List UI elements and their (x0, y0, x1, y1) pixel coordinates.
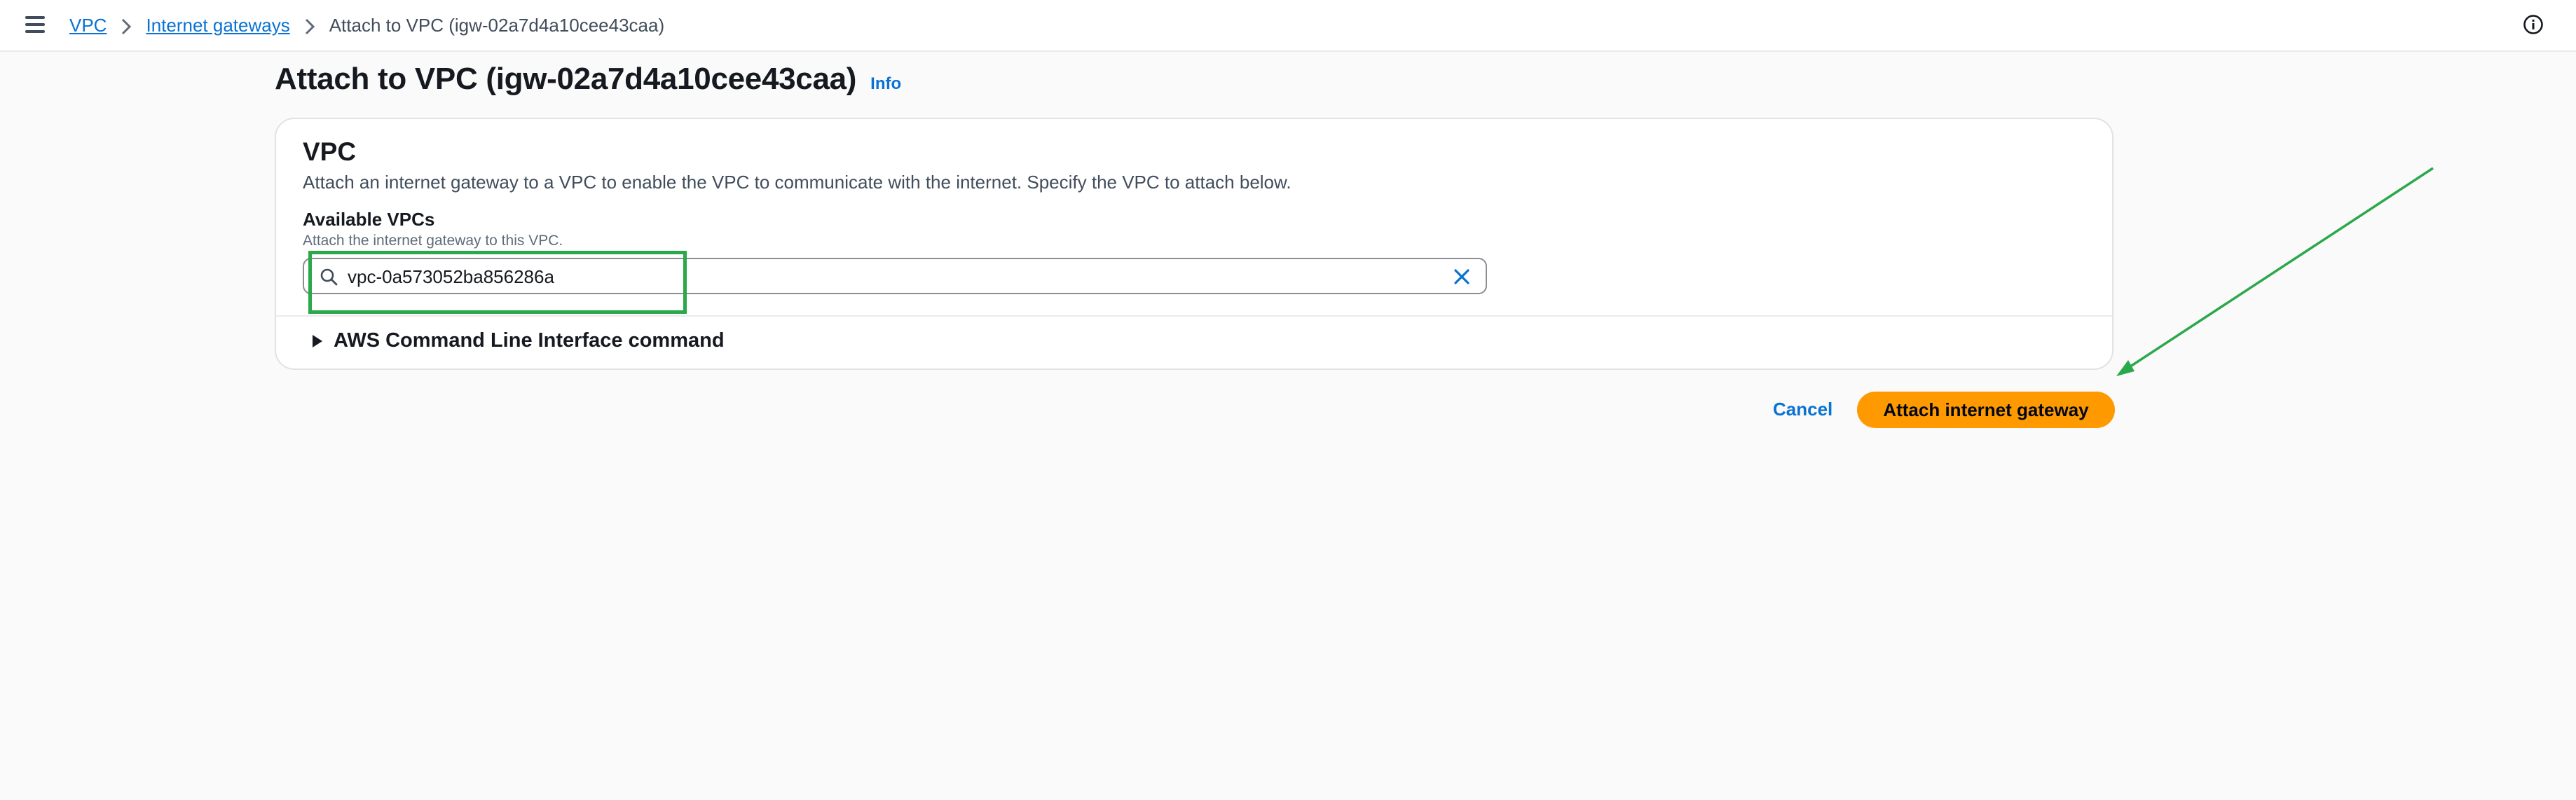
close-icon[interactable] (1452, 267, 1472, 287)
vpc-container: VPC Attach an internet gateway to a VPC … (275, 118, 2113, 370)
breadcrumb: VPC Internet gateways Attach to VPC (igw… (69, 13, 664, 38)
attach-internet-gateway-button[interactable]: Attach internet gateway (1857, 392, 2115, 428)
divider (276, 315, 2112, 317)
info-circle-icon[interactable] (2523, 14, 2544, 35)
vpc-section-description: Attach an internet gateway to a VPC to e… (303, 172, 1292, 193)
breadcrumb-current-page: Attach to VPC (igw-02a7d4a10cee43caa) (329, 14, 665, 36)
aws-cli-command-expander[interactable]: AWS Command Line Interface command (311, 329, 725, 352)
top-navigation-bar: VPC Internet gateways Attach to VPC (igw… (0, 0, 2576, 52)
available-vpcs-label: Available VPCs (303, 209, 435, 230)
info-link[interactable]: Info (870, 74, 901, 94)
chevron-right-icon (290, 15, 329, 36)
aws-cli-command-label: AWS Command Line Interface command (334, 329, 725, 352)
search-icon (320, 268, 338, 286)
caret-right-icon (311, 334, 324, 348)
page-title: Attach to VPC (igw-02a7d4a10cee43caa) (275, 62, 857, 96)
page-header: Attach to VPC (igw-02a7d4a10cee43caa) In… (275, 62, 901, 97)
breadcrumb-vpc[interactable]: VPC (69, 15, 107, 36)
available-vpcs-description: Attach the internet gateway to this VPC. (303, 233, 563, 249)
hamburger-menu-icon[interactable] (25, 15, 45, 34)
breadcrumb-internet-gateways[interactable]: Internet gateways (146, 15, 289, 36)
vpc-section-title: VPC (303, 137, 357, 166)
available-vpcs-input[interactable]: vpc-0a573052ba856286a (303, 258, 1487, 294)
chevron-right-icon (107, 15, 146, 36)
cancel-button[interactable]: Cancel (1763, 394, 1842, 425)
selected-vpc-value: vpc-0a573052ba856286a (348, 266, 554, 287)
